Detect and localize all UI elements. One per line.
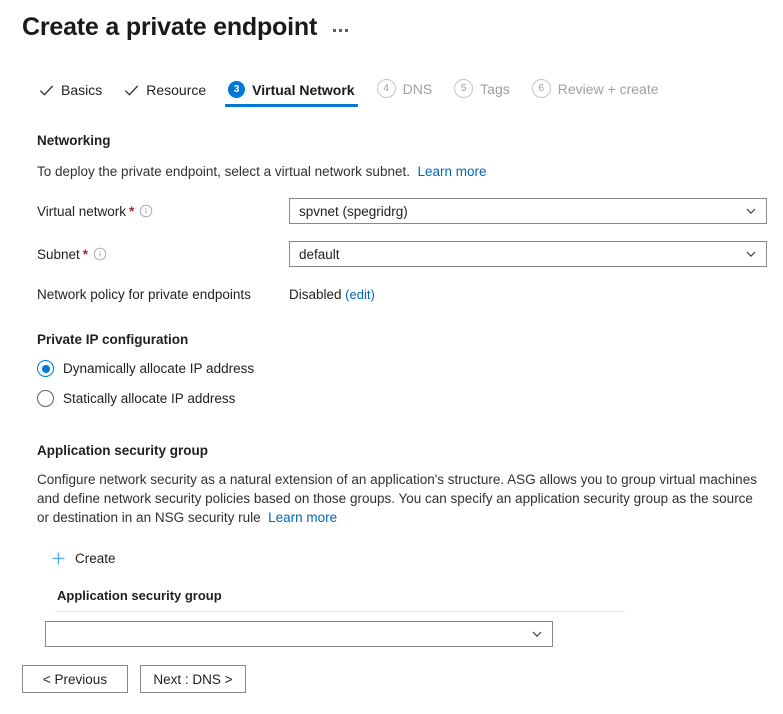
subnet-value: default [299,247,745,262]
networking-learn-more-link[interactable]: Learn more [418,164,487,179]
plus-icon [51,551,66,566]
step-number-badge: 6 [532,79,551,98]
tab-label: DNS [403,81,433,97]
network-policy-edit-link[interactable]: (edit) [345,287,375,302]
tab-label: Basics [61,82,102,98]
next-dns-button[interactable]: Next : DNS > [140,665,246,693]
radio-statically-allocate[interactable]: Statically allocate IP address [37,390,767,407]
create-asg-button[interactable]: Create [51,551,116,566]
label-text: Subnet [37,247,80,262]
radio-button[interactable] [37,390,54,407]
private-ip-heading: Private IP configuration [37,332,767,347]
asg-table: Application security group [55,588,767,647]
networking-heading: Networking [37,133,767,148]
ellipsis-dot [345,29,348,32]
virtual-network-label: Virtual network* [37,204,289,219]
form-content: Networking To deploy the private endpoin… [0,133,783,647]
networking-description: To deploy the private endpoint, select a… [37,162,767,181]
network-policy-label: Network policy for private endpoints [37,287,289,302]
network-policy-value-group: Disabled (edit) [289,287,375,302]
label-text: Network policy for private endpoints [37,287,251,302]
more-options-icon[interactable] [331,25,350,36]
networking-description-text: To deploy the private endpoint, select a… [37,164,410,179]
asg-description: Configure network security as a natural … [37,470,759,527]
ellipsis-dot [333,29,336,32]
tab-dns[interactable]: 4 DNS [366,75,444,107]
subnet-label: Subnet* [37,247,289,262]
chevron-down-icon [745,248,757,260]
radio-dynamically-allocate[interactable]: Dynamically allocate IP address [37,360,767,377]
tab-label: Review + create [558,81,659,97]
tab-label: Resource [146,82,206,98]
network-policy-value: Disabled [289,287,342,302]
tab-virtual-network[interactable]: 3 Virtual Network [217,77,365,107]
required-asterisk: * [83,247,88,262]
tab-label: Virtual Network [252,82,354,98]
tab-label: Tags [480,81,510,97]
wizard-footer: < Previous Next : DNS > [0,665,783,693]
asg-divider [55,611,625,612]
previous-button[interactable]: < Previous [22,665,128,693]
page-title: Create a private endpoint [22,12,317,42]
virtual-network-value: spvnet (spegridrg) [299,204,745,219]
active-tab-underline [225,104,357,107]
asg-dropdown[interactable] [45,621,553,647]
virtual-network-dropdown[interactable]: spvnet (spegridrg) [289,198,767,224]
step-number-badge: 4 [377,79,396,98]
virtual-network-row: Virtual network* spvnet (spegridrg) [37,198,767,224]
chevron-down-icon [531,628,543,640]
asg-column-header: Application security group [55,588,767,611]
step-number-badge: 5 [454,79,473,98]
asg-learn-more-link[interactable]: Learn more [268,510,337,525]
network-policy-row: Network policy for private endpoints Dis… [37,287,767,302]
required-asterisk: * [129,204,134,219]
create-label: Create [75,551,116,566]
tab-review-create[interactable]: 6 Review + create [521,75,670,107]
label-text: Virtual network [37,204,126,219]
radio-label: Dynamically allocate IP address [63,361,254,376]
radio-label: Statically allocate IP address [63,391,235,406]
info-icon[interactable] [93,247,107,261]
info-icon[interactable] [139,204,153,218]
check-icon [124,83,139,98]
tab-tags[interactable]: 5 Tags [443,75,521,107]
check-icon [39,83,54,98]
asg-description-text: Configure network security as a natural … [37,472,757,525]
wizard-tabs: Basics Resource 3 Virtual Network 4 DNS … [0,75,783,107]
tab-resource[interactable]: Resource [113,78,217,107]
asg-heading: Application security group [37,443,767,458]
tab-basics[interactable]: Basics [28,78,113,107]
radio-button[interactable] [37,360,54,377]
subnet-row: Subnet* default [37,241,767,267]
ellipsis-dot [339,29,342,32]
chevron-down-icon [745,205,757,217]
page-header: Create a private endpoint [0,0,783,42]
step-number-badge: 3 [228,81,245,98]
subnet-dropdown[interactable]: default [289,241,767,267]
